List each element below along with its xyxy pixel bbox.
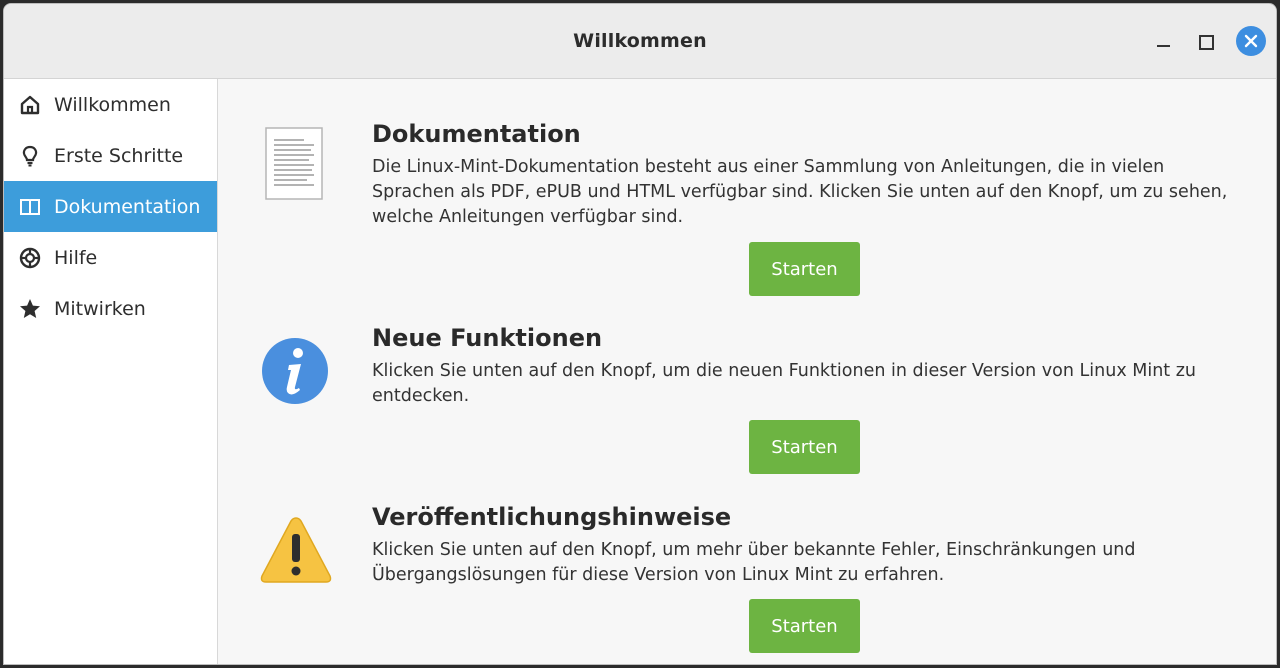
main-content: Dokumentation Die Linux-Mint-Dokumentati… <box>219 79 1276 664</box>
sidebar-item-mitwirken[interactable]: Mitwirken <box>4 283 217 334</box>
section-title: Veröffentlichungshinweise <box>372 503 732 531</box>
lifebuoy-icon <box>18 246 42 270</box>
close-icon <box>1244 34 1258 48</box>
sidebar: Willkommen Erste Schritte Dokumentation … <box>4 79 218 664</box>
section-description: Die Linux-Mint-Dokumentation besteht aus… <box>372 157 1228 227</box>
sidebar-item-label: Dokumentation <box>54 195 201 218</box>
warning-icon <box>259 514 332 586</box>
sidebar-item-erste-schritte[interactable]: Erste Schritte <box>4 130 217 181</box>
section-description: Klicken Sie unten auf den Knopf, um die … <box>372 361 1196 406</box>
start-release-notes-button[interactable]: Starten <box>749 599 860 653</box>
document-icon <box>259 124 331 200</box>
welcome-window: Willkommen Willkommen Erste Schritte Dok… <box>3 3 1277 665</box>
info-icon <box>259 335 331 407</box>
start-documentation-button[interactable]: Starten <box>749 242 860 296</box>
lightbulb-icon <box>18 144 42 168</box>
title-bar: Willkommen <box>4 4 1276 79</box>
start-new-features-button[interactable]: Starten <box>749 420 860 474</box>
sidebar-item-willkommen[interactable]: Willkommen <box>4 79 217 130</box>
section-title: Dokumentation <box>372 120 581 148</box>
minimize-button[interactable] <box>1148 26 1178 56</box>
sidebar-item-label: Erste Schritte <box>54 144 184 167</box>
section-title: Neue Funktionen <box>372 324 603 352</box>
sidebar-item-hilfe[interactable]: Hilfe <box>4 232 217 283</box>
home-icon <box>18 93 42 117</box>
close-button[interactable] <box>1236 26 1266 56</box>
sidebar-item-dokumentation[interactable]: Dokumentation <box>4 181 217 232</box>
sidebar-item-label: Willkommen <box>54 93 171 116</box>
book-icon <box>18 195 42 219</box>
window-title: Willkommen <box>573 30 707 52</box>
sidebar-item-label: Hilfe <box>54 246 98 269</box>
section-description: Klicken Sie unten auf den Knopf, um mehr… <box>372 540 1136 585</box>
sidebar-item-label: Mitwirken <box>54 297 146 320</box>
star-icon <box>18 297 42 321</box>
maximize-button[interactable] <box>1190 26 1220 56</box>
